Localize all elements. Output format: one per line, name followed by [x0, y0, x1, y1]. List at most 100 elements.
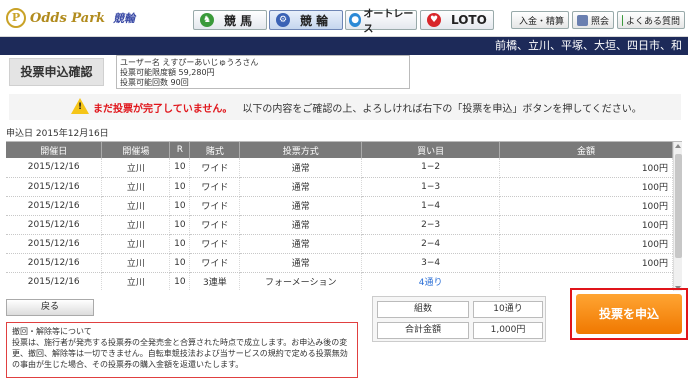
tab-keiba[interactable]: ♞ 競 馬 [193, 10, 267, 30]
bet-table: 開催日 開催場 R 賭式 投票方式 買い目 金額 2015/12/16 立川 10 ワ… [6, 142, 673, 291]
cell-race: 10 [169, 234, 191, 254]
col-amount: 金額 [499, 142, 673, 158]
deposit-button[interactable]: 入金・精算 [511, 11, 569, 29]
summary-box: 組数 10通り 合計金額 1,000円 [372, 296, 546, 342]
count-value: 10通り [473, 301, 543, 318]
col-date: 開催日 [6, 142, 103, 158]
back-button[interactable]: 戻る [6, 299, 94, 316]
tab-keirin[interactable]: ⚙ 競 輪 [269, 10, 343, 30]
cell-date: 2015/12/16 [6, 215, 103, 235]
cell-method: 通常 [239, 196, 363, 216]
inquiry-button[interactable]: 照会 [572, 11, 614, 29]
horse-icon: ♞ [200, 13, 214, 27]
faq-button-label: よくある質問 [625, 16, 680, 27]
cell-amount: 100円 [499, 158, 673, 178]
site-logo[interactable]: P Odds Park 競輪 [6, 7, 135, 29]
cell-venue: 立川 [101, 234, 171, 254]
cell-bet-type: 3連単 [189, 272, 241, 291]
cell-venue: 立川 [101, 158, 171, 178]
cell-date: 2015/12/16 [6, 234, 103, 254]
tab-loto-label: LOTO [451, 13, 487, 27]
odds-park-logo-icon: P [6, 8, 26, 28]
vote-count: 投票可能回数 90回 [120, 78, 189, 87]
table-row: 2015/12/16 立川 10 ワイド 通常 2−4 100円 [6, 234, 673, 254]
table-header-row: 開催日 開催場 R 賭式 投票方式 買い目 金額 [6, 142, 673, 158]
tab-autorace[interactable]: ● オートレース [345, 9, 417, 35]
book-icon [577, 14, 588, 26]
summary-count-row: 組数 10通り [377, 301, 543, 318]
cell-race: 10 [169, 158, 191, 178]
vote-limit: 投票可能限度額 59,280円 [120, 68, 215, 77]
bicycle-icon: ⚙ [276, 13, 290, 27]
notice-title: 撤回・解除等について [12, 327, 92, 336]
tab-keiba-label: 競 馬 [224, 13, 253, 28]
table-row: 2015/12/16 立川 10 ワイド 通常 3−4 100円 [6, 253, 673, 273]
cell-amount: 100円 [499, 253, 673, 273]
cell-selection: 2−4 [361, 234, 501, 254]
cell-amount: 100円 [499, 215, 673, 235]
cell-amount: 100円 [499, 177, 673, 197]
cell-venue: 立川 [101, 196, 171, 216]
cell-method: 通常 [239, 253, 363, 273]
cell-venue: 立川 [101, 253, 171, 273]
deposit-button-label: 入金・精算 [519, 16, 565, 27]
bet-table-container[interactable]: 開催日 開催場 R 賭式 投票方式 買い目 金額 2015/12/16 立川 10 ワ… [6, 141, 682, 291]
table-row: 2015/12/16 立川 10 ワイド 通常 1−4 100円 [6, 196, 673, 216]
cell-race: 10 [169, 215, 191, 235]
cell-date: 2015/12/16 [6, 158, 103, 178]
tab-loto[interactable]: ♥ LOTO [420, 10, 494, 30]
help-icon [622, 14, 623, 26]
col-venue: 開催場 [101, 142, 171, 158]
application-date: 申込日 2015年12月16日 [6, 129, 109, 139]
cell-selection: 4通り [361, 272, 501, 291]
cell-bet-type: ワイド [189, 215, 241, 235]
cell-selection: 1−3 [361, 177, 501, 197]
cell-race: 10 [169, 272, 191, 291]
count-label: 組数 [377, 301, 469, 318]
cell-method: 通常 [239, 177, 363, 197]
cell-method: 通常 [239, 158, 363, 178]
cancellation-notice: 撤回・解除等について 投票は、施行者が発売する投票券の全発売金と合算された時点で… [6, 322, 358, 378]
warning-bar: ! まだ投票が完了していません。 以下の内容をご確認の上、よろしければ右下の「投… [9, 94, 681, 120]
faq-button[interactable]: よくある質問 [617, 11, 685, 29]
top-header: P Odds Park 競輪 ♞ 競 馬 ⚙ 競 輪 ● オートレース ♥ LO… [0, 0, 688, 37]
motorcycle-icon: ● [349, 13, 362, 27]
table-scrollbar[interactable] [673, 142, 682, 291]
cell-race: 10 [169, 196, 191, 216]
total-label: 合計金額 [377, 322, 469, 339]
page-title: 投票申込確認 [9, 58, 104, 86]
submit-vote-button[interactable]: 投票を申込 [576, 294, 682, 334]
warning-icon: ! [71, 98, 89, 114]
cell-bet-type: ワイド [189, 253, 241, 273]
keirin-logo-text: 競輪 [113, 12, 136, 25]
cell-bet-type: ワイド [189, 177, 241, 197]
cell-date: 2015/12/16 [6, 253, 103, 273]
col-bet-type: 賭式 [189, 142, 241, 158]
cell-bet-type: ワイド [189, 196, 241, 216]
cell-method: フォーメーション [239, 272, 363, 291]
tab-autorace-label: オートレース [363, 9, 414, 35]
loto-icon: ♥ [427, 13, 441, 27]
notice-body: 投票は、施行者が発売する投票券の全発売金と合算された時点で成立します。お申込み後… [12, 338, 348, 369]
user-name: ユーザー名 えすぴーあいじゅうろさん [120, 58, 259, 67]
cell-selection: 2−3 [361, 215, 501, 235]
scroll-up-icon[interactable] [675, 144, 681, 148]
cell-race: 10 [169, 253, 191, 273]
warning-strong: まだ投票が完了していません。 [93, 103, 233, 115]
cell-amount: 100円 [499, 234, 673, 254]
cell-race: 10 [169, 177, 191, 197]
user-info-box: ユーザー名 えすぴーあいじゅうろさん 投票可能限度額 59,280円 投票可能回… [116, 55, 410, 89]
scroll-thumb[interactable] [675, 154, 682, 258]
cell-date: 2015/12/16 [6, 177, 103, 197]
submit-highlight-frame: 投票を申込 [570, 288, 688, 340]
warning-text: 以下の内容をご確認の上、よろしければ右下の「投票を申込」ボタンを押してください。 [242, 103, 642, 115]
col-method: 投票方式 [239, 142, 363, 158]
table-row: 2015/12/16 立川 10 ワイド 通常 1−3 100円 [6, 177, 673, 197]
total-value: 1,000円 [473, 322, 543, 339]
cell-method: 通常 [239, 215, 363, 235]
cell-selection: 1−4 [361, 196, 501, 216]
logo-text: Odds Park [30, 10, 106, 26]
cell-venue: 立川 [101, 215, 171, 235]
tab-keirin-label: 競 輪 [300, 13, 329, 28]
table-row: 2015/12/16 立川 10 ワイド 通常 2−3 100円 [6, 215, 673, 235]
